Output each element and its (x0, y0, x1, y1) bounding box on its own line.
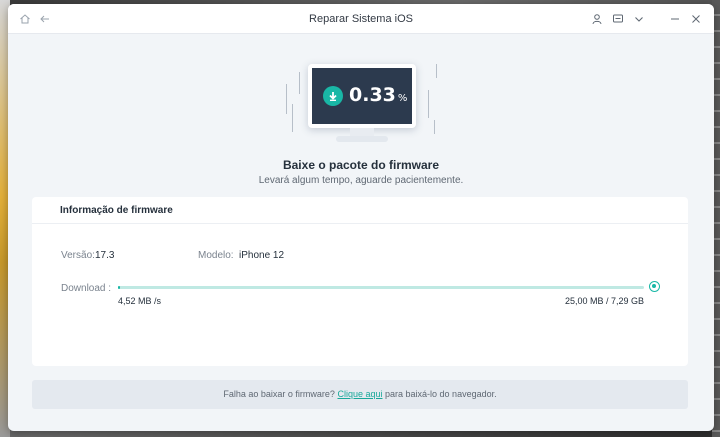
chevron-down-icon[interactable] (628, 4, 650, 34)
decorative-line (434, 120, 435, 134)
download-progress-bar (118, 286, 644, 289)
download-heading: Baixe o pacote do firmware (282, 158, 440, 172)
model-value: iPhone 12 (239, 250, 285, 261)
click-here-link[interactable]: Clique aqui (337, 389, 382, 399)
main-content: 0.33% Baixe o pacote do firmware Levará … (8, 34, 714, 431)
footer-text-after: para baixá-lo do navegador. (385, 389, 497, 399)
footer-text: Falha ao baixar o firmware? (223, 389, 335, 399)
firmware-info-card: Informação de firmware Versão: 17.3 Mode… (32, 197, 688, 366)
decorative-line (436, 64, 437, 78)
version-value: 17.3 (95, 250, 115, 261)
close-icon[interactable] (685, 4, 707, 34)
app-window: Reparar Sistema iOS 0.33 % Baixe o pacot… (8, 4, 714, 431)
user-icon[interactable] (586, 4, 608, 34)
download-size: 25,00 MB / 7,29 GB (564, 296, 644, 306)
download-arrow-icon (323, 86, 343, 106)
decorative-line (299, 72, 300, 94)
decorative-line (428, 90, 429, 118)
download-percentage: 0.33% (349, 84, 407, 106)
decorative-line (286, 84, 287, 114)
percent-value: 0.33 (349, 84, 396, 106)
card-divider (32, 223, 688, 224)
progress-fill (118, 286, 120, 289)
monitor-screen: 0.33% (308, 64, 416, 128)
progress-end-indicator (649, 281, 660, 292)
model-label: Modelo: (198, 250, 234, 261)
minimize-icon[interactable] (664, 4, 686, 34)
feedback-icon[interactable] (607, 4, 629, 34)
monitor-base (336, 136, 388, 142)
card-title: Informação de firmware (60, 205, 173, 216)
decorative-line (292, 104, 293, 132)
title-bar: Reparar Sistema iOS (8, 4, 714, 34)
browser-download-hint: Falha ao baixar o firmware? Clique aqui … (32, 380, 688, 409)
percent-unit: % (397, 93, 408, 104)
version-label: Versão: (61, 250, 95, 261)
download-label: Download : (61, 283, 112, 294)
download-subheading: Levará algum tempo, aguarde pacientement… (258, 175, 464, 186)
download-speed: 4,52 MB /s (118, 296, 162, 306)
